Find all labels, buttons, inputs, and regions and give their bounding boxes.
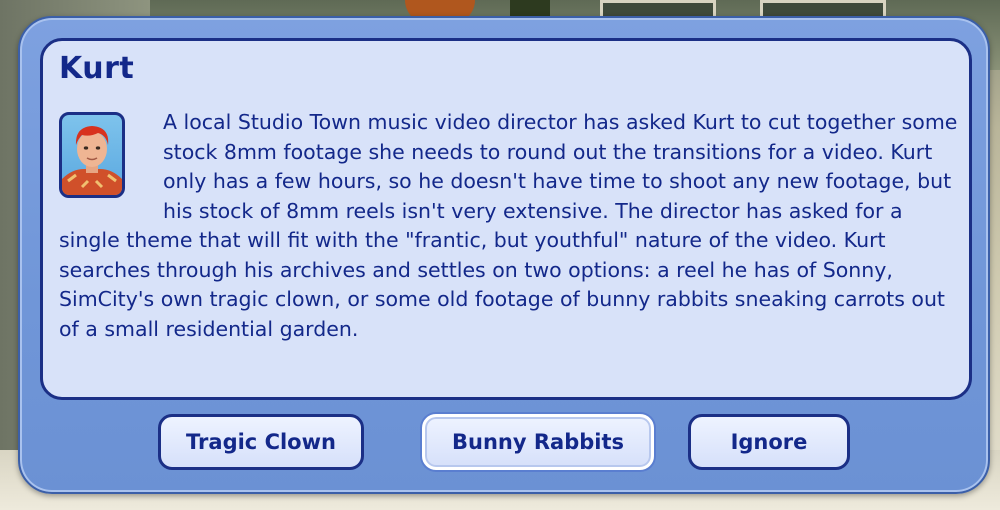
event-dialog: Kurt A local Studio Town music video dir… [18, 16, 990, 494]
dialog-title: Kurt [59, 51, 135, 86]
dialog-message-text: A local Studio Town music video director… [59, 110, 958, 341]
tragic-clown-button[interactable]: Tragic Clown [158, 414, 364, 470]
dialog-message-panel: Kurt A local Studio Town music video dir… [40, 38, 972, 400]
bunny-rabbits-button[interactable]: Bunny Rabbits [422, 414, 654, 470]
dialog-button-row: Tragic Clown Bunny Rabbits Ignore [20, 414, 988, 476]
ignore-button[interactable]: Ignore [688, 414, 850, 470]
dialog-body: A local Studio Town music video director… [59, 108, 959, 344]
